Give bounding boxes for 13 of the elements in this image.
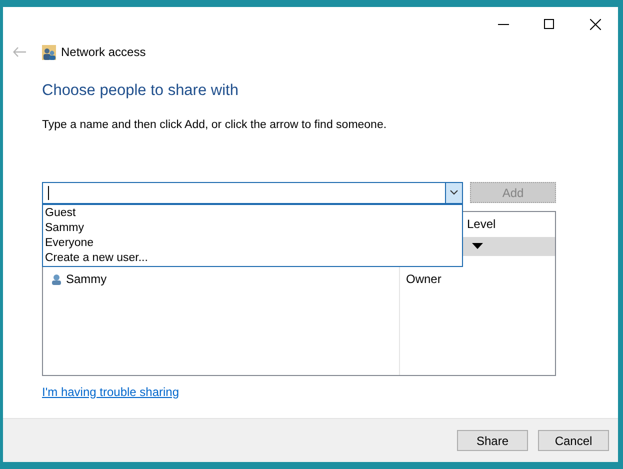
- help-link[interactable]: I'm having trouble sharing: [42, 382, 180, 400]
- user-name: Sammy: [66, 271, 107, 288]
- permission-level: Owner: [406, 271, 442, 288]
- dropdown-option[interactable]: Create a new user...: [43, 251, 462, 266]
- column-header[interactable]: Level: [467, 215, 496, 233]
- dropdown-option[interactable]: Sammy: [43, 221, 462, 236]
- instruction-text: Type a name and then click Add, or click the arrow to find someone.: [42, 118, 388, 134]
- window-title: Network access: [61, 44, 146, 61]
- dialog-button[interactable]: Share: [457, 430, 528, 451]
- dropdown-option[interactable]: Guest: [43, 206, 462, 221]
- dropdown-option[interactable]: Everyone: [43, 236, 462, 251]
- dialog-button[interactable]: Cancel: [538, 430, 609, 451]
- page-heading: Choose people to share with: [42, 81, 240, 101]
